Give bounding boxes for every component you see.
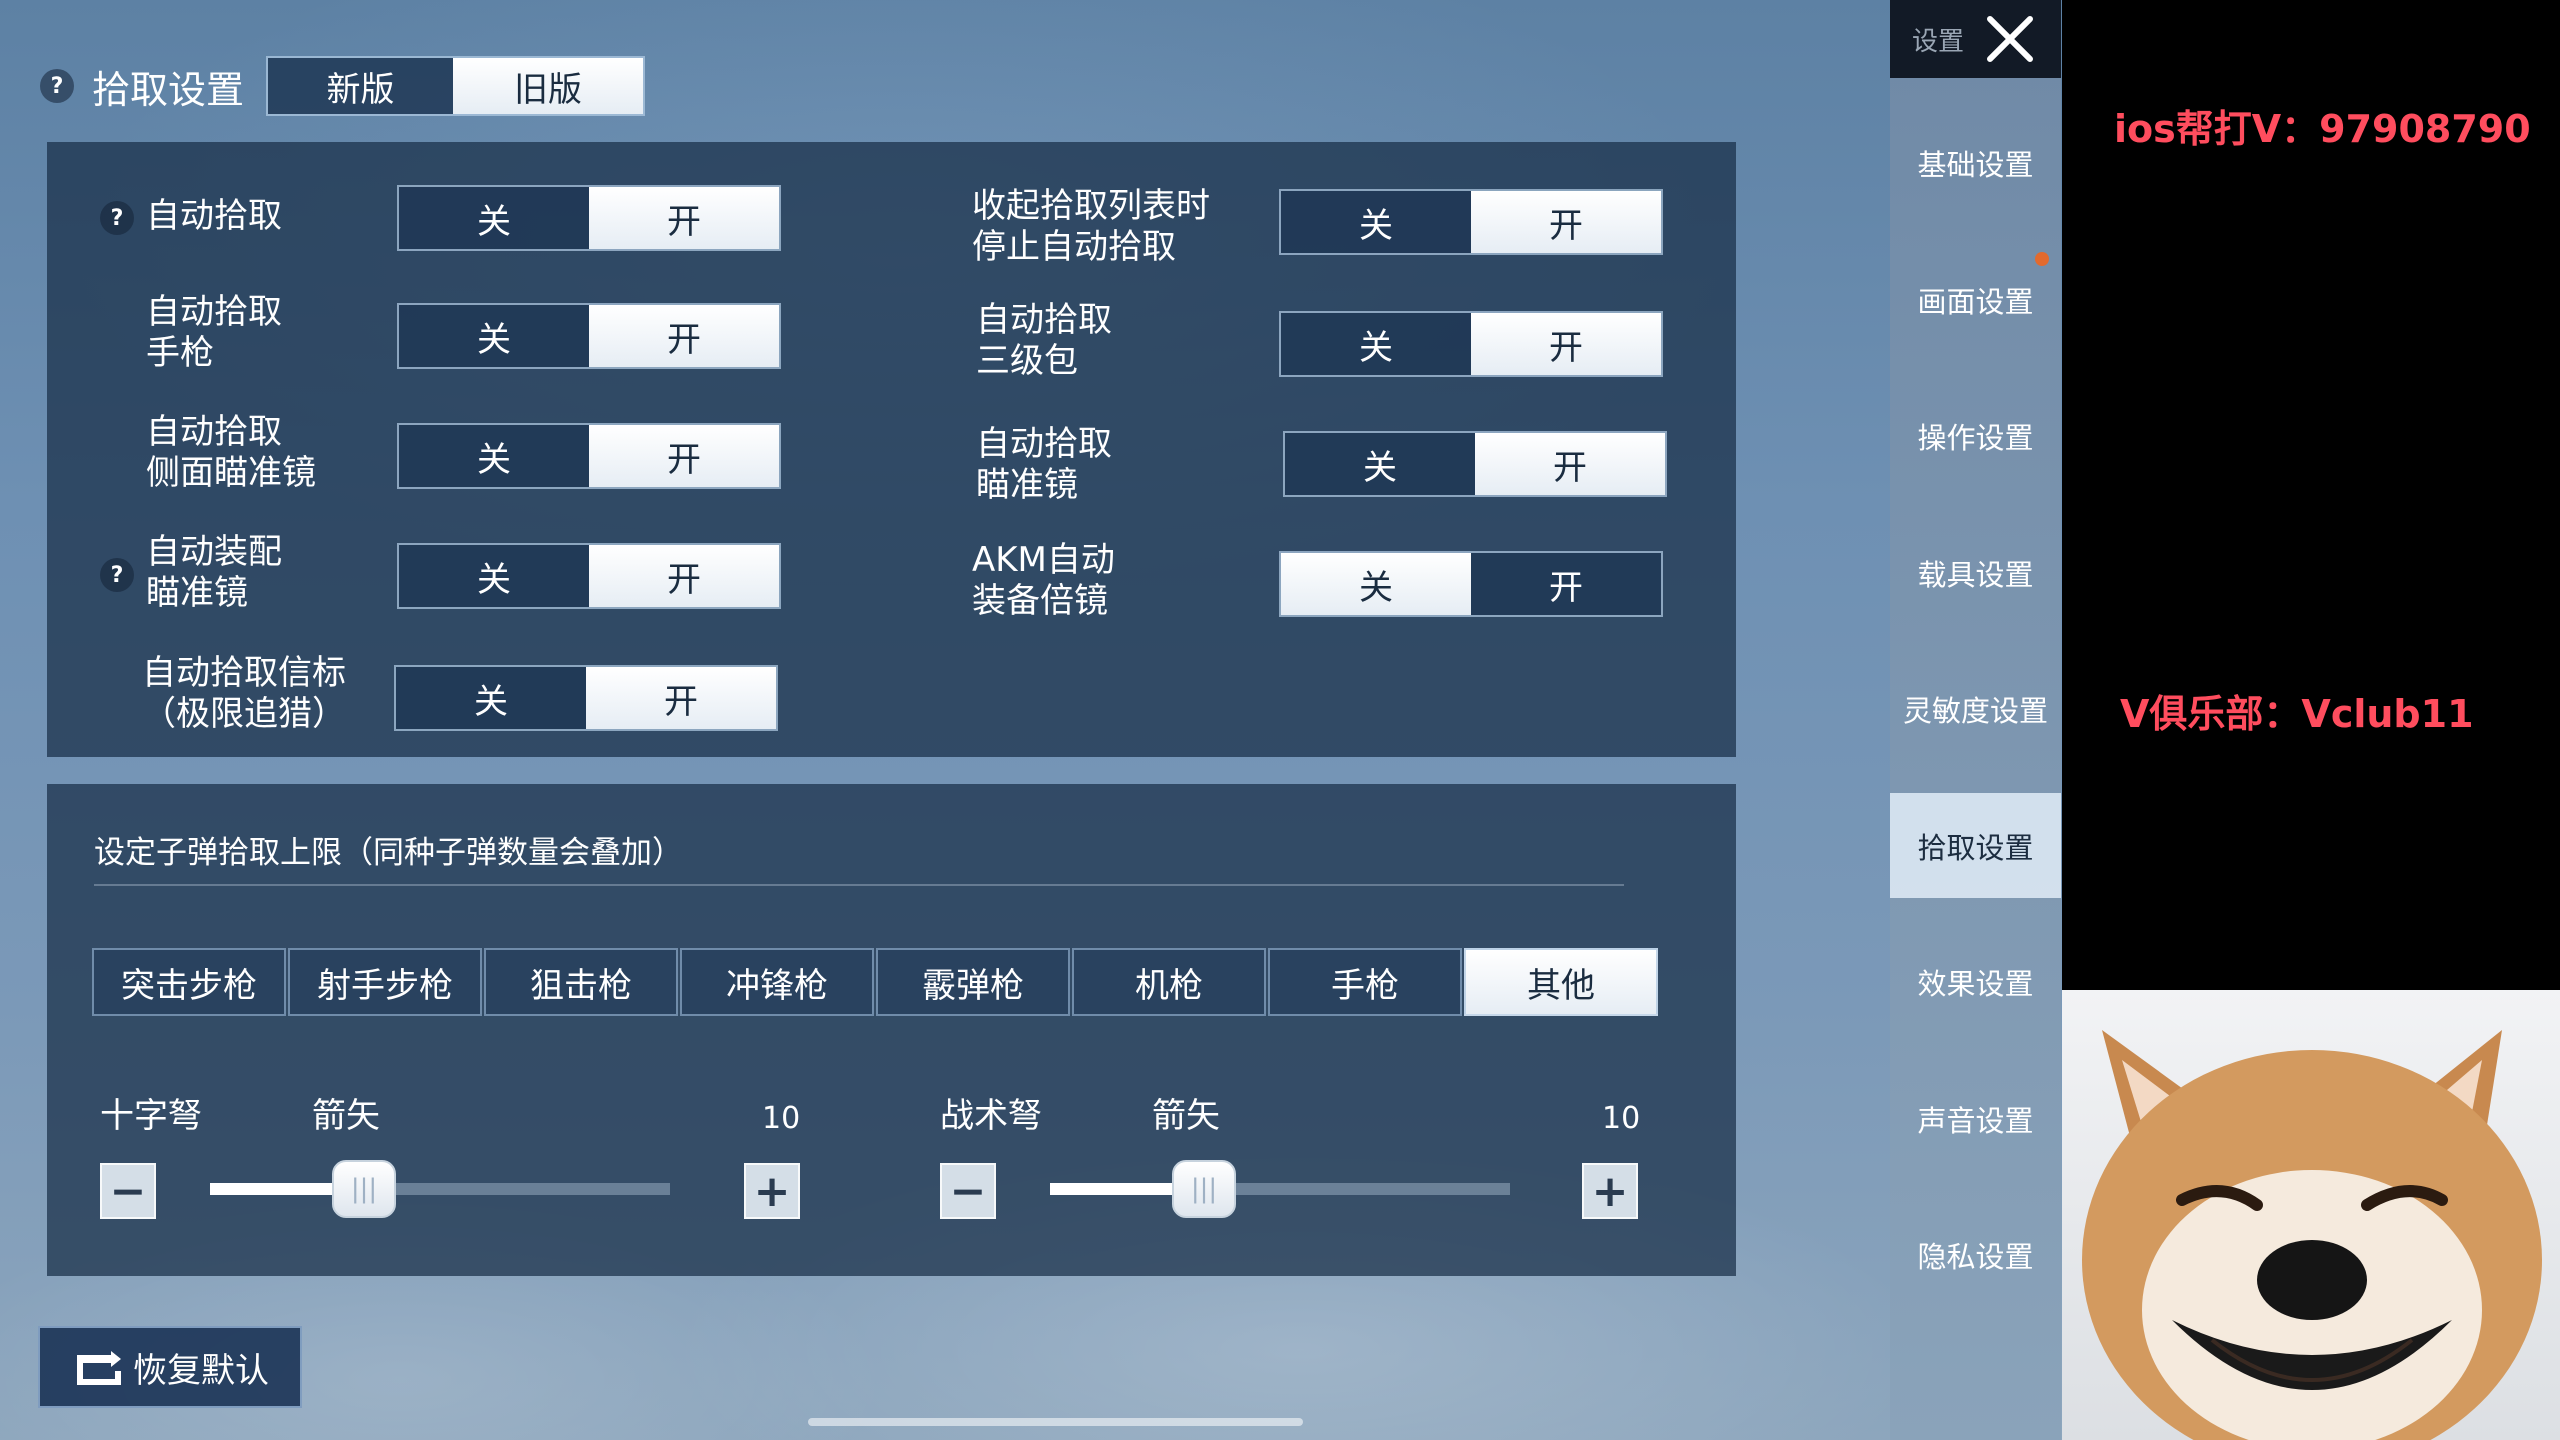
setting-label-akm-auto-scope: AKM自动 装备倍镜 bbox=[972, 540, 1115, 621]
reset-label: 恢复默认 bbox=[133, 1350, 269, 1391]
help-icon[interactable]: ? bbox=[40, 69, 74, 103]
promo-text-mid: V俱乐部：Vclub11 bbox=[2120, 692, 2474, 736]
notification-dot bbox=[2035, 252, 2049, 266]
section-divider bbox=[94, 884, 1624, 886]
toggle-off-option[interactable]: 关 bbox=[1281, 191, 1471, 253]
tab-shotgun[interactable]: 霰弹枪 bbox=[876, 948, 1070, 1016]
promo-text-top: ios帮打V：97908790 bbox=[2114, 107, 2531, 151]
tab-machine-gun[interactable]: 机枪 bbox=[1072, 948, 1266, 1016]
setting-label-auto-pickup: 自动拾取 bbox=[146, 196, 282, 236]
toggle-auto-pickup: 关 开 bbox=[397, 185, 781, 251]
toggle-stop-pickup-collapsed: 关 开 bbox=[1279, 189, 1663, 255]
sidebar-item-sensitivity[interactable]: 灵敏度设置 bbox=[1890, 656, 2061, 761]
tab-other[interactable]: 其他 bbox=[1464, 948, 1658, 1016]
slider-thumb[interactable]: ||| bbox=[1172, 1160, 1236, 1218]
toggle-auto-pickup-scope: 关 开 bbox=[1283, 431, 1667, 497]
toggle-auto-pickup-beacon: 关 开 bbox=[394, 665, 778, 731]
version-tab-new[interactable]: 新版 bbox=[268, 58, 454, 114]
setting-label-auto-pickup-beacon: 自动拾取信标 （极限追猎） bbox=[142, 653, 346, 734]
slider-value: 10 bbox=[1602, 1101, 1641, 1136]
overlay-area: ios帮打V：97908790 V俱乐部：Vclub11 bbox=[2062, 0, 2560, 990]
close-icon[interactable] bbox=[1984, 13, 2036, 65]
setting-label-stop-pickup-collapsed: 收起拾取列表时 停止自动拾取 bbox=[972, 186, 1210, 267]
tab-assault-rifle[interactable]: 突击步枪 bbox=[92, 948, 286, 1016]
toggle-on-option[interactable]: 开 bbox=[589, 425, 779, 487]
toggle-off-option[interactable]: 关 bbox=[399, 425, 589, 487]
toggle-off-option[interactable]: 关 bbox=[399, 187, 589, 249]
sidebar-title: 设置 bbox=[1912, 26, 1965, 57]
tab-sniper-rifle[interactable]: 狙击枪 bbox=[484, 948, 678, 1016]
sidebar-item-effects[interactable]: 效果设置 bbox=[1890, 929, 2061, 1034]
toggle-on-option[interactable]: 开 bbox=[1471, 191, 1661, 253]
setting-label-auto-pickup-side-scope: 自动拾取 侧面瞄准镜 bbox=[146, 412, 316, 493]
toggle-auto-pickup-level3-bag: 关 开 bbox=[1279, 311, 1663, 377]
reset-default-button[interactable]: 恢复默认 bbox=[38, 1326, 302, 1408]
reset-icon bbox=[77, 1351, 121, 1385]
dog-meme-image bbox=[2062, 990, 2560, 1440]
sidebar-header: 设置 bbox=[1890, 0, 2061, 78]
home-indicator bbox=[808, 1418, 1303, 1426]
slider-weapon-label: 十字弩 bbox=[100, 1096, 202, 1136]
toggle-auto-equip-scope: 关 开 bbox=[397, 543, 781, 609]
sidebar-item-privacy[interactable]: 隐私设置 bbox=[1890, 1202, 2061, 1307]
decrease-button[interactable]: − bbox=[100, 1163, 156, 1219]
slider-value: 10 bbox=[762, 1101, 801, 1136]
toggle-off-option[interactable]: 关 bbox=[399, 545, 589, 607]
sidebar-item-vehicle[interactable]: 载具设置 bbox=[1890, 520, 2061, 625]
tab-marksman-rifle[interactable]: 射手步枪 bbox=[288, 948, 482, 1016]
settings-sidebar: 设置 基础设置 画面设置 操作设置 载具设置 灵敏度设置 拾取设置 效果设置 声… bbox=[1890, 0, 2061, 1440]
toggle-on-option[interactable]: 开 bbox=[1475, 433, 1665, 495]
slider-ammo-label: 箭矢 bbox=[312, 1096, 380, 1136]
help-icon[interactable]: ? bbox=[100, 201, 134, 235]
tab-smg[interactable]: 冲锋枪 bbox=[680, 948, 874, 1016]
setting-label-auto-pickup-scope: 自动拾取 瞄准镜 bbox=[976, 424, 1112, 505]
version-tab-old[interactable]: 旧版 bbox=[453, 58, 644, 114]
header-row: ? 拾取设置 新版 旧版 bbox=[40, 55, 646, 117]
toggle-on-option[interactable]: 开 bbox=[589, 545, 779, 607]
slider-ammo-label: 箭矢 bbox=[1152, 1096, 1220, 1136]
sidebar-item-audio[interactable]: 声音设置 bbox=[1890, 1066, 2061, 1171]
toggle-auto-pickup-side-scope: 关 开 bbox=[397, 423, 781, 489]
setting-label-auto-pickup-pistol: 自动拾取 手枪 bbox=[146, 292, 282, 373]
slider-weapon-label: 战术弩 bbox=[940, 1096, 1042, 1136]
toggle-akm-auto-scope: 关 开 bbox=[1279, 551, 1663, 617]
ammo-section-title: 设定子弹拾取上限（同种子弹数量会叠加） bbox=[94, 835, 683, 871]
toggle-off-option[interactable]: 关 bbox=[1285, 433, 1475, 495]
sidebar-item-controls[interactable]: 操作设置 bbox=[1890, 383, 2061, 488]
toggle-on-option[interactable]: 开 bbox=[1471, 313, 1661, 375]
increase-button[interactable]: + bbox=[1582, 1163, 1638, 1219]
setting-label-auto-equip-scope: 自动装配 瞄准镜 bbox=[146, 532, 282, 613]
slider-thumb[interactable]: ||| bbox=[332, 1160, 396, 1218]
toggle-on-option[interactable]: 开 bbox=[589, 187, 779, 249]
toggle-off-option[interactable]: 关 bbox=[396, 667, 586, 729]
game-settings-screen: ? 拾取设置 新版 旧版 ? 自动拾取 关 开 自动拾取 手枪 关 开 自动拾取… bbox=[0, 0, 2062, 1440]
toggle-off-option[interactable]: 关 bbox=[1281, 553, 1471, 615]
weapon-tabs: 突击步枪 射手步枪 狙击枪 冲锋枪 霰弹枪 机枪 手枪 其他 bbox=[92, 948, 1660, 1016]
increase-button[interactable]: + bbox=[744, 1163, 800, 1219]
toggle-on-option[interactable]: 开 bbox=[589, 305, 779, 367]
setting-label-auto-pickup-level3-bag: 自动拾取 三级包 bbox=[976, 300, 1112, 381]
toggle-off-option[interactable]: 关 bbox=[399, 305, 589, 367]
version-switch: 新版 旧版 bbox=[266, 56, 646, 116]
toggle-on-option[interactable]: 开 bbox=[1471, 553, 1661, 615]
sidebar-item-basic[interactable]: 基础设置 bbox=[1890, 110, 2061, 215]
decrease-button[interactable]: − bbox=[940, 1163, 996, 1219]
toggle-off-option[interactable]: 关 bbox=[1281, 313, 1471, 375]
toggle-auto-pickup-pistol: 关 开 bbox=[397, 303, 781, 369]
help-icon[interactable]: ? bbox=[100, 558, 134, 592]
toggle-on-option[interactable]: 开 bbox=[586, 667, 776, 729]
sidebar-item-pickup[interactable]: 拾取设置 bbox=[1890, 793, 2061, 898]
page-title: 拾取设置 bbox=[92, 67, 245, 112]
tab-pistol[interactable]: 手枪 bbox=[1268, 948, 1462, 1016]
